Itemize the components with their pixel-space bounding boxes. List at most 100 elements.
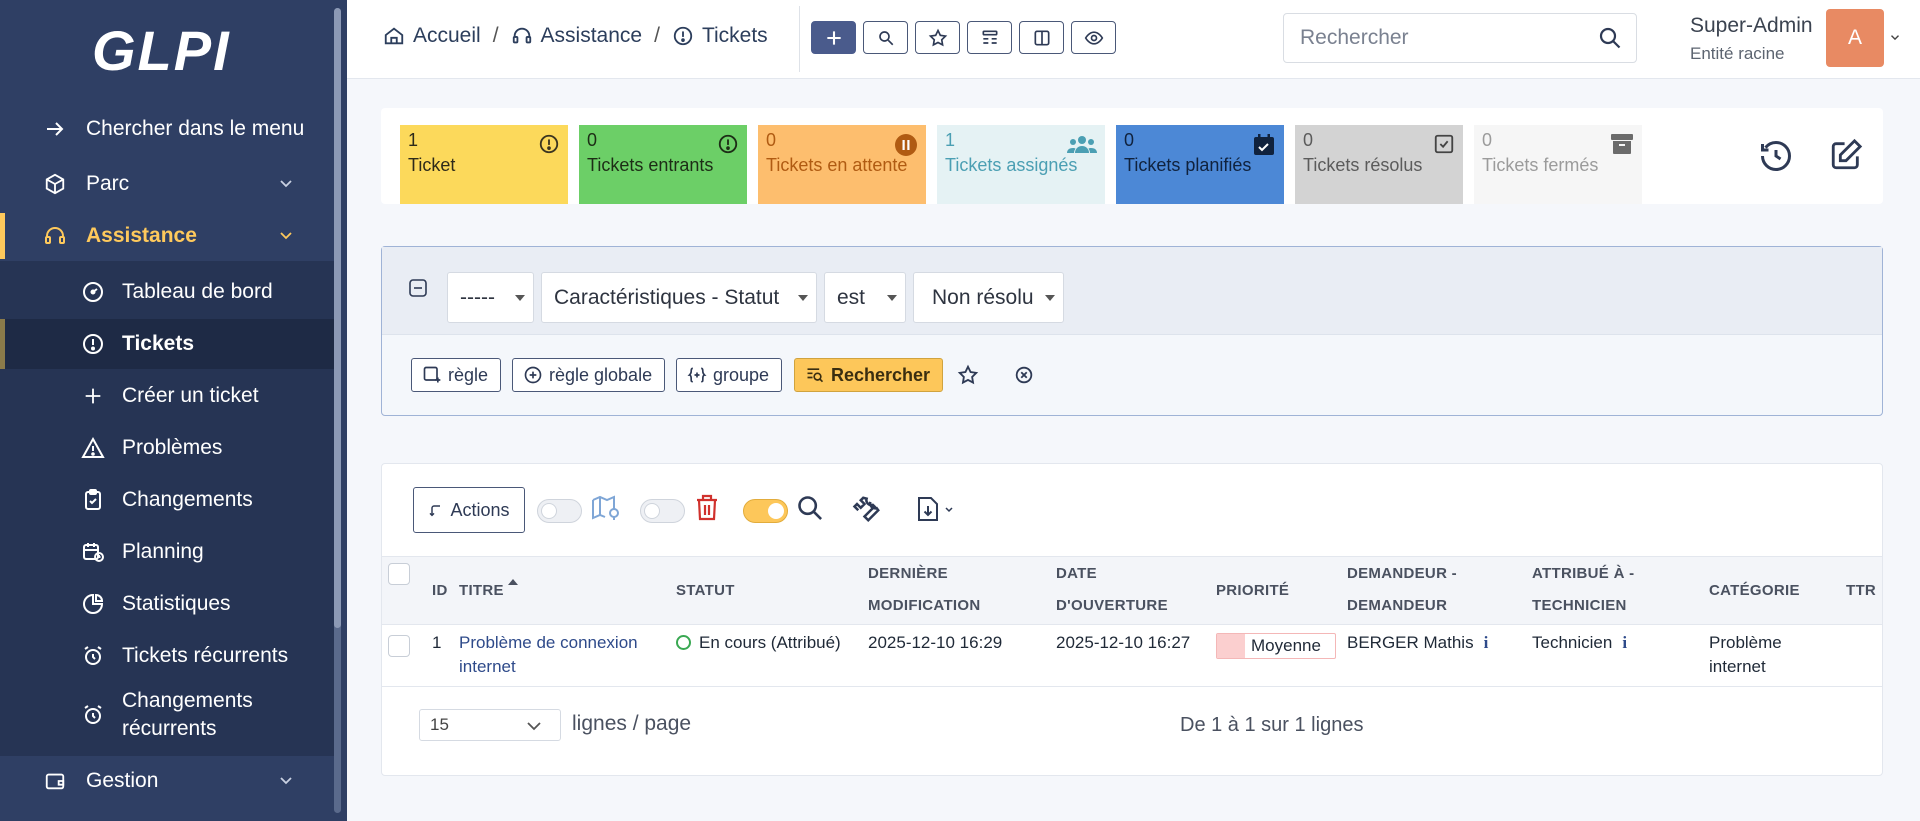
search-icon[interactable] xyxy=(1598,26,1622,50)
chevron-down-icon xyxy=(280,232,292,240)
collapse-icon[interactable] xyxy=(408,278,428,298)
sidebar-section-label: Assistance xyxy=(86,224,197,247)
user-name: Super-Admin xyxy=(1690,14,1813,37)
sidebar-item-statistics[interactable]: Statistiques xyxy=(0,579,334,629)
wrench-icon[interactable] xyxy=(852,494,882,524)
breadcrumb-home[interactable]: Accueil xyxy=(383,24,481,48)
criteria-link-select[interactable]: ----- xyxy=(447,272,534,323)
arrow-right-icon xyxy=(42,116,68,142)
users-icon xyxy=(1067,136,1097,153)
sidebar-item-label: Créer un ticket xyxy=(122,384,259,407)
sidebar-item-recurring-tickets[interactable]: Tickets récurrents xyxy=(0,631,334,681)
export-file-icon[interactable] xyxy=(915,494,955,524)
actions-button[interactable]: Actions xyxy=(413,487,525,533)
ticket-title-link[interactable]: Problème de connexion internet xyxy=(459,631,638,679)
alert-circle-icon xyxy=(673,26,693,46)
trash-toggle[interactable] xyxy=(640,499,685,523)
sidebar-scrollbar[interactable] xyxy=(334,8,341,813)
tile-tickets[interactable]: 1 Ticket xyxy=(400,125,568,204)
criteria-operator-select[interactable]: est xyxy=(824,272,906,323)
sidebar-section-gestion[interactable]: Gestion xyxy=(0,758,334,804)
sidebar-section-parc[interactable]: Parc xyxy=(0,161,334,207)
col-header-opened[interactable]: Date d'ouverture xyxy=(1056,558,1168,622)
wallet-icon xyxy=(42,768,68,794)
save-search-star-icon[interactable] xyxy=(957,364,979,386)
add-rule-button[interactable]: règle xyxy=(411,358,502,392)
global-search-input[interactable] xyxy=(1300,14,1590,62)
edit-button[interactable] xyxy=(1829,138,1863,177)
map-toggle[interactable] xyxy=(537,499,582,523)
search-toggle-button[interactable] xyxy=(863,21,908,54)
split-view-button[interactable] xyxy=(1019,21,1064,54)
scrollbar-thumb[interactable] xyxy=(334,8,341,628)
table-header: ID Titre Statut Dernière modification Dat… xyxy=(382,556,1882,625)
assistance-submenu: Tableau de bord Tickets Créer un ticket … xyxy=(0,261,334,756)
chevron-down-icon[interactable] xyxy=(1888,30,1902,44)
tile-planned-tickets[interactable]: 0 Tickets planifiés xyxy=(1116,125,1284,204)
tile-resolved-tickets[interactable]: 0 Tickets résolus xyxy=(1295,125,1463,204)
row-checkbox[interactable] xyxy=(388,635,410,657)
add-button[interactable] xyxy=(811,21,856,54)
sidebar-item-label: Tickets xyxy=(122,332,194,355)
search-button[interactable]: Rechercher xyxy=(794,358,944,392)
info-icon[interactable]: i xyxy=(1622,633,1627,652)
view-settings-button[interactable] xyxy=(1071,21,1116,54)
tile-pending-tickets[interactable]: 0 Tickets en attente xyxy=(758,125,926,204)
tile-incoming-tickets[interactable]: 0 Tickets entrants xyxy=(579,125,747,204)
sidebar-search-menu[interactable]: Chercher dans le menu xyxy=(0,106,334,152)
history-button[interactable] xyxy=(1758,138,1794,179)
saved-searches-button[interactable] xyxy=(915,21,960,54)
glpi-logo[interactable]: GLPI xyxy=(92,18,242,82)
checkbox-icon xyxy=(1434,134,1454,154)
criteria-field-select[interactable]: Caractéristiques - Statut xyxy=(541,272,817,323)
cell-status: En cours (Attribué) xyxy=(676,631,841,655)
breadcrumb-assistance[interactable]: Assistance xyxy=(511,24,642,48)
global-search xyxy=(1283,13,1637,63)
pause-circle-icon xyxy=(895,134,917,156)
tile-assigned-tickets[interactable]: 1 Tickets assignés xyxy=(937,125,1105,204)
alert-circle-icon xyxy=(539,134,559,154)
col-header-priority[interactable]: Priorité xyxy=(1216,575,1289,607)
col-header-title[interactable]: Titre xyxy=(459,575,518,607)
cell-requester: BERGER Mathis i xyxy=(1347,633,1489,652)
sidebar-item-problems[interactable]: Problèmes xyxy=(0,423,334,473)
breadcrumb-tickets[interactable]: Tickets xyxy=(672,24,768,48)
search-toggle[interactable] xyxy=(743,499,788,523)
home-icon xyxy=(384,27,404,45)
sidebar-item-label: Planning xyxy=(122,540,204,563)
col-header-id[interactable]: ID xyxy=(432,575,448,607)
col-header-requester[interactable]: Demandeur - Demandeur xyxy=(1347,558,1457,622)
reset-circle-x-icon[interactable] xyxy=(1013,364,1035,386)
select-all-checkbox[interactable] xyxy=(388,563,410,585)
tile-closed-tickets[interactable]: 0 Tickets fermés xyxy=(1474,125,1642,204)
sidebar-section-assistance[interactable]: Assistance xyxy=(0,213,334,259)
col-header-category[interactable]: Catégorie xyxy=(1709,575,1800,607)
col-header-status[interactable]: Statut xyxy=(676,575,735,607)
alarm-clock-icon xyxy=(80,702,106,728)
sidebar-item-tickets[interactable]: Tickets xyxy=(0,319,334,369)
circle-plus-icon xyxy=(524,366,542,384)
avatar[interactable]: A xyxy=(1826,9,1884,67)
chevron-down-icon xyxy=(280,777,292,785)
add-group-button[interactable]: groupe xyxy=(676,358,783,392)
sidebar-item-recurring-changes[interactable]: Changements récurrents xyxy=(0,684,334,746)
page-size-select[interactable]: 15 xyxy=(419,709,561,741)
info-icon[interactable]: i xyxy=(1484,633,1489,652)
templates-button[interactable] xyxy=(967,21,1012,54)
sidebar-item-label: Changements récurrents xyxy=(122,689,253,740)
criteria-value-select[interactable]: Non résolu xyxy=(913,272,1064,323)
cube-icon xyxy=(42,171,68,197)
col-header-assigned[interactable]: Attribué à - Technicien xyxy=(1532,558,1634,622)
user-menu[interactable]: Super-Admin Entité racine xyxy=(1690,14,1813,64)
sidebar-item-changes[interactable]: Changements xyxy=(0,475,334,525)
sidebar-item-create-ticket[interactable]: Créer un ticket xyxy=(0,371,334,421)
sidebar: GLPI Chercher dans le menu Parc Assistan… xyxy=(0,0,347,821)
col-header-ttr[interactable]: TTR xyxy=(1846,575,1876,607)
pie-chart-icon xyxy=(80,591,106,617)
sidebar-item-dashboard[interactable]: Tableau de bord xyxy=(0,267,334,317)
add-global-rule-button[interactable]: règle globale xyxy=(512,358,666,392)
square-plus-icon xyxy=(423,366,441,383)
col-header-last-modified[interactable]: Dernière modification xyxy=(868,558,980,622)
edit-icon xyxy=(1831,138,1863,170)
sidebar-item-planning[interactable]: Planning xyxy=(0,527,334,577)
